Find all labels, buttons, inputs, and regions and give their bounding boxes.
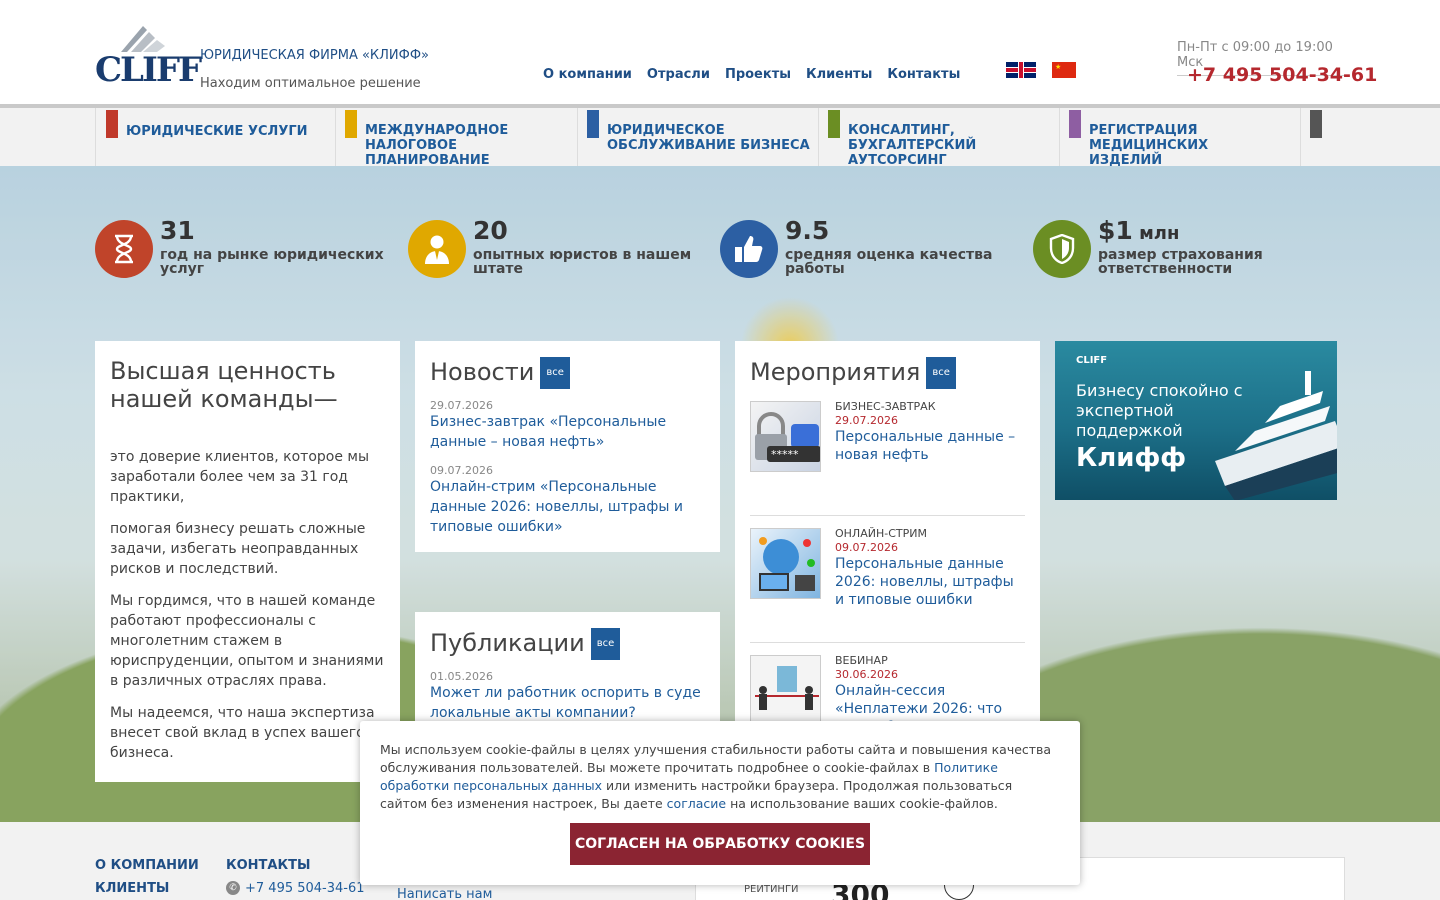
event-item[interactable]: ***** БИЗНЕС-ЗАВТРАК 29.07.2026 Персонал… [750,400,1025,516]
service-marker-icon [1069,110,1081,143]
stat-number: 9.5 [785,216,830,245]
banner-text: Бизнесу спокойно с экспертной поддержкой [1076,381,1243,440]
footer-write-us-link[interactable]: Написать нам [397,887,492,900]
values-panel: Высшая ценность нашей команды— это довери… [95,341,400,782]
service-marker-icon [587,110,599,143]
news-link[interactable]: Бизнес-завтрак «Персональные данные – но… [430,412,705,452]
publications-title: Публикации все [430,628,705,660]
nav-clients[interactable]: Клиенты [806,67,872,82]
accept-cookies-button[interactable]: СОГЛАСЕН НА ОБРАБОТКУ COOKIES [570,823,870,865]
footer-contacts-link[interactable]: КОНТАКТЫ [226,858,310,873]
service-more[interactable] [1301,108,1341,166]
services-bar: ЮРИДИЧЕСКИЕ УСЛУГИ МЕЖДУНАРОДНОЕ НАЛОГОВО… [0,108,1440,168]
site-header: CLIFF ЮРИДИЧЕСКАЯ ФИРМА «КЛИФФ» Находим … [0,0,1440,108]
consent-link[interactable]: согласие [667,796,726,811]
events-panel: Мероприятия все ***** БИЗНЕС-ЗАВТРАК 29.0… [735,341,1040,741]
logo-text: CLIFF [95,50,202,90]
nav-industries[interactable]: Отрасли [647,67,710,82]
service-marker-icon [106,110,118,143]
news-link[interactable]: Онлайн-стрим «Персональные данные 2026: … [430,477,705,537]
event-link[interactable]: Персональные данные – новая нефть [835,428,1025,464]
values-title: Высшая ценность нашей команды— [110,357,338,413]
stat-number: 31 [160,216,195,245]
cliff-logo[interactable]: CLIFF [95,24,202,90]
cookie-consent-dialog: Мы используем cookie-файлы в целях улучш… [360,721,1080,885]
cookie-text: Мы используем cookie-файлы в целях улучш… [380,742,1052,811]
english-flag-icon[interactable] [1006,62,1036,78]
top-navigation: О компании Отрасли Проекты Клиенты Конта… [543,67,960,82]
service-legal[interactable]: ЮРИДИЧЕСКИЕ УСЛУГИ [95,108,336,166]
stat-text: опытных юристов в нашем штате [473,247,692,277]
ratings-label: РЕЙТИНГИ [744,884,799,895]
service-label: КОНСАЛТИНГ, БУХГАЛТЕРСКИЙ АУТСОРСИНГ [848,123,977,168]
service-label: ЮРИДИЧЕСКОЕ ОБСЛУЖИВАНИЕ БИЗНЕСА [607,123,810,153]
language-switcher: ★ [1006,62,1076,78]
service-tax-planning[interactable]: МЕЖДУНАРОДНОЕ НАЛОГОВОЕ ПЛАНИРОВАНИЕ [336,108,578,168]
event-type: БИЗНЕС-ЗАВТРАК [835,400,936,413]
china-flag-icon[interactable]: ★ [1052,62,1076,78]
firm-tagline: Находим оптимальное решение [200,76,421,91]
stat-text: год на рынке юридических услуг [160,247,384,277]
event-item[interactable]: ОНЛАЙН-СТРИМ 09.07.2026 Персональные дан… [750,527,1025,643]
header-phone-link[interactable]: +7 495 504-34-61 [1187,64,1377,86]
service-label: МЕЖДУНАРОДНОЕ НАЛОГОВОЕ ПЛАНИРОВАНИЕ [365,123,509,168]
promo-banner[interactable]: CLIFF Бизнесу спокойно с экспертной подд… [1055,341,1337,500]
publications-all-button[interactable]: все [590,628,621,660]
stat-text: средняя оценка качества работы [785,247,993,277]
padlock-password-icon: ***** [750,401,821,472]
news-title: Новости все [430,357,705,389]
nav-about[interactable]: О компании [543,67,632,82]
event-type: ОНЛАЙН-СТРИМ [835,527,927,540]
svg-text:*****: ***** [771,448,799,461]
values-paragraph: Мы надеемся, что наша экспертиза внесет … [110,705,375,761]
news-all-button[interactable]: все [540,357,570,389]
banner-logo: CLIFF [1076,355,1108,366]
tug-of-war-icon [750,655,821,726]
hourglass-icon [95,220,153,278]
footer-clients-link[interactable]: КЛИЕНТЫ [95,881,169,896]
events-title: Мероприятия все [750,357,1025,389]
service-marker-icon [1310,110,1322,143]
event-type: ВЕБИНАР [835,654,888,667]
publication-date: 01.05.2026 [430,670,493,683]
banner-brand: Клифф [1076,443,1187,473]
footer-about-link[interactable]: О КОМПАНИИ [95,858,199,873]
lawyer-icon [408,220,466,278]
events-all-button[interactable]: все [926,357,956,389]
thumbs-up-icon [720,220,778,278]
news-date: 09.07.2026 [430,464,493,477]
values-paragraph: это доверие клиентов, которое мы заработ… [110,449,370,505]
service-label: РЕГИСТРАЦИЯ МЕДИЦИНСКИХ ИЗДЕЛИЙ [1089,123,1209,168]
event-link[interactable]: Персональные данные 2026: новеллы, штраф… [835,555,1025,609]
shield-icon [1033,220,1091,278]
news-date: 29.07.2026 [430,399,493,412]
service-business-support[interactable]: ЮРИДИЧЕСКОЕ ОБСЛУЖИВАНИЕ БИЗНЕСА [578,108,819,166]
nav-projects[interactable]: Проекты [725,67,791,82]
publication-link[interactable]: Может ли работник оспорить в суде локаль… [430,683,705,723]
service-marker-icon [828,110,840,143]
phone-icon: ✆ [226,881,240,895]
nav-contacts[interactable]: Контакты [887,67,960,82]
service-marker-icon [345,110,357,143]
devices-network-icon [750,528,821,599]
news-panel: Новости все 29.07.2026 Бизнес-завтрак «Пе… [415,341,720,552]
stat-number: 20 [473,216,508,245]
stat-number: $1 млн [1098,216,1180,245]
event-date: 30.06.2026 [835,668,898,681]
service-consulting[interactable]: КОНСАЛТИНГ, БУХГАЛТЕРСКИЙ АУТСОРСИНГ [819,108,1060,168]
values-paragraph: помогая бизнесу решать сложные задачи, и… [110,521,366,577]
event-date: 09.07.2026 [835,541,898,554]
stat-text: размер страхования ответственности [1098,247,1263,277]
service-label: ЮРИДИЧЕСКИЕ УСЛУГИ [126,124,308,139]
publications-panel: Публикации все 01.05.2026 Может ли работн… [415,612,720,732]
event-date: 29.07.2026 [835,414,898,427]
footer-phone-link[interactable]: +7 495 504-34-61 [245,881,365,896]
service-medical-registration[interactable]: РЕГИСТРАЦИЯ МЕДИЦИНСКИХ ИЗДЕЛИЙ [1060,108,1301,168]
firm-name: ЮРИДИЧЕСКАЯ ФИРМА «КЛИФФ» [200,48,429,63]
values-paragraph: Мы гордимся, что в нашей команде работаю… [110,593,384,689]
